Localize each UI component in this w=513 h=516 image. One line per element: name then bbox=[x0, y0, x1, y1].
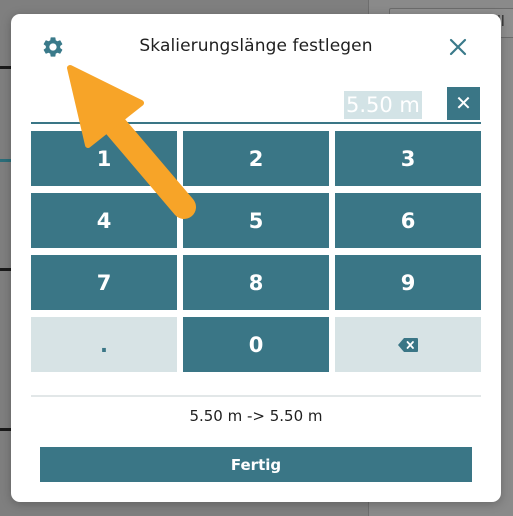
backspace-button[interactable] bbox=[335, 317, 481, 372]
conversion-text: 5.50 m -> 5.50 m bbox=[189, 407, 323, 425]
backspace-icon bbox=[398, 337, 418, 352]
done-button[interactable]: Fertig bbox=[40, 447, 472, 482]
scale-length-dialog: Skalierungslänge festlegen 5.50 m ✕ 1 2 … bbox=[11, 14, 501, 502]
close-icon[interactable] bbox=[447, 36, 469, 58]
clear-button[interactable]: ✕ bbox=[447, 87, 480, 120]
dialog-title: Skalierungslänge festlegen bbox=[139, 36, 373, 56]
key-4[interactable]: 4 bbox=[31, 193, 177, 248]
divider bbox=[31, 395, 481, 397]
key-decimal[interactable]: . bbox=[31, 317, 177, 372]
key-3[interactable]: 3 bbox=[335, 131, 481, 186]
value-underline bbox=[31, 122, 481, 124]
key-8[interactable]: 8 bbox=[183, 255, 329, 310]
key-0[interactable]: 0 bbox=[183, 317, 329, 372]
key-1[interactable]: 1 bbox=[31, 131, 177, 186]
key-5[interactable]: 5 bbox=[183, 193, 329, 248]
key-7[interactable]: 7 bbox=[31, 255, 177, 310]
value-input[interactable]: 5.50 m bbox=[344, 91, 422, 119]
key-6[interactable]: 6 bbox=[335, 193, 481, 248]
key-2[interactable]: 2 bbox=[183, 131, 329, 186]
key-9[interactable]: 9 bbox=[335, 255, 481, 310]
